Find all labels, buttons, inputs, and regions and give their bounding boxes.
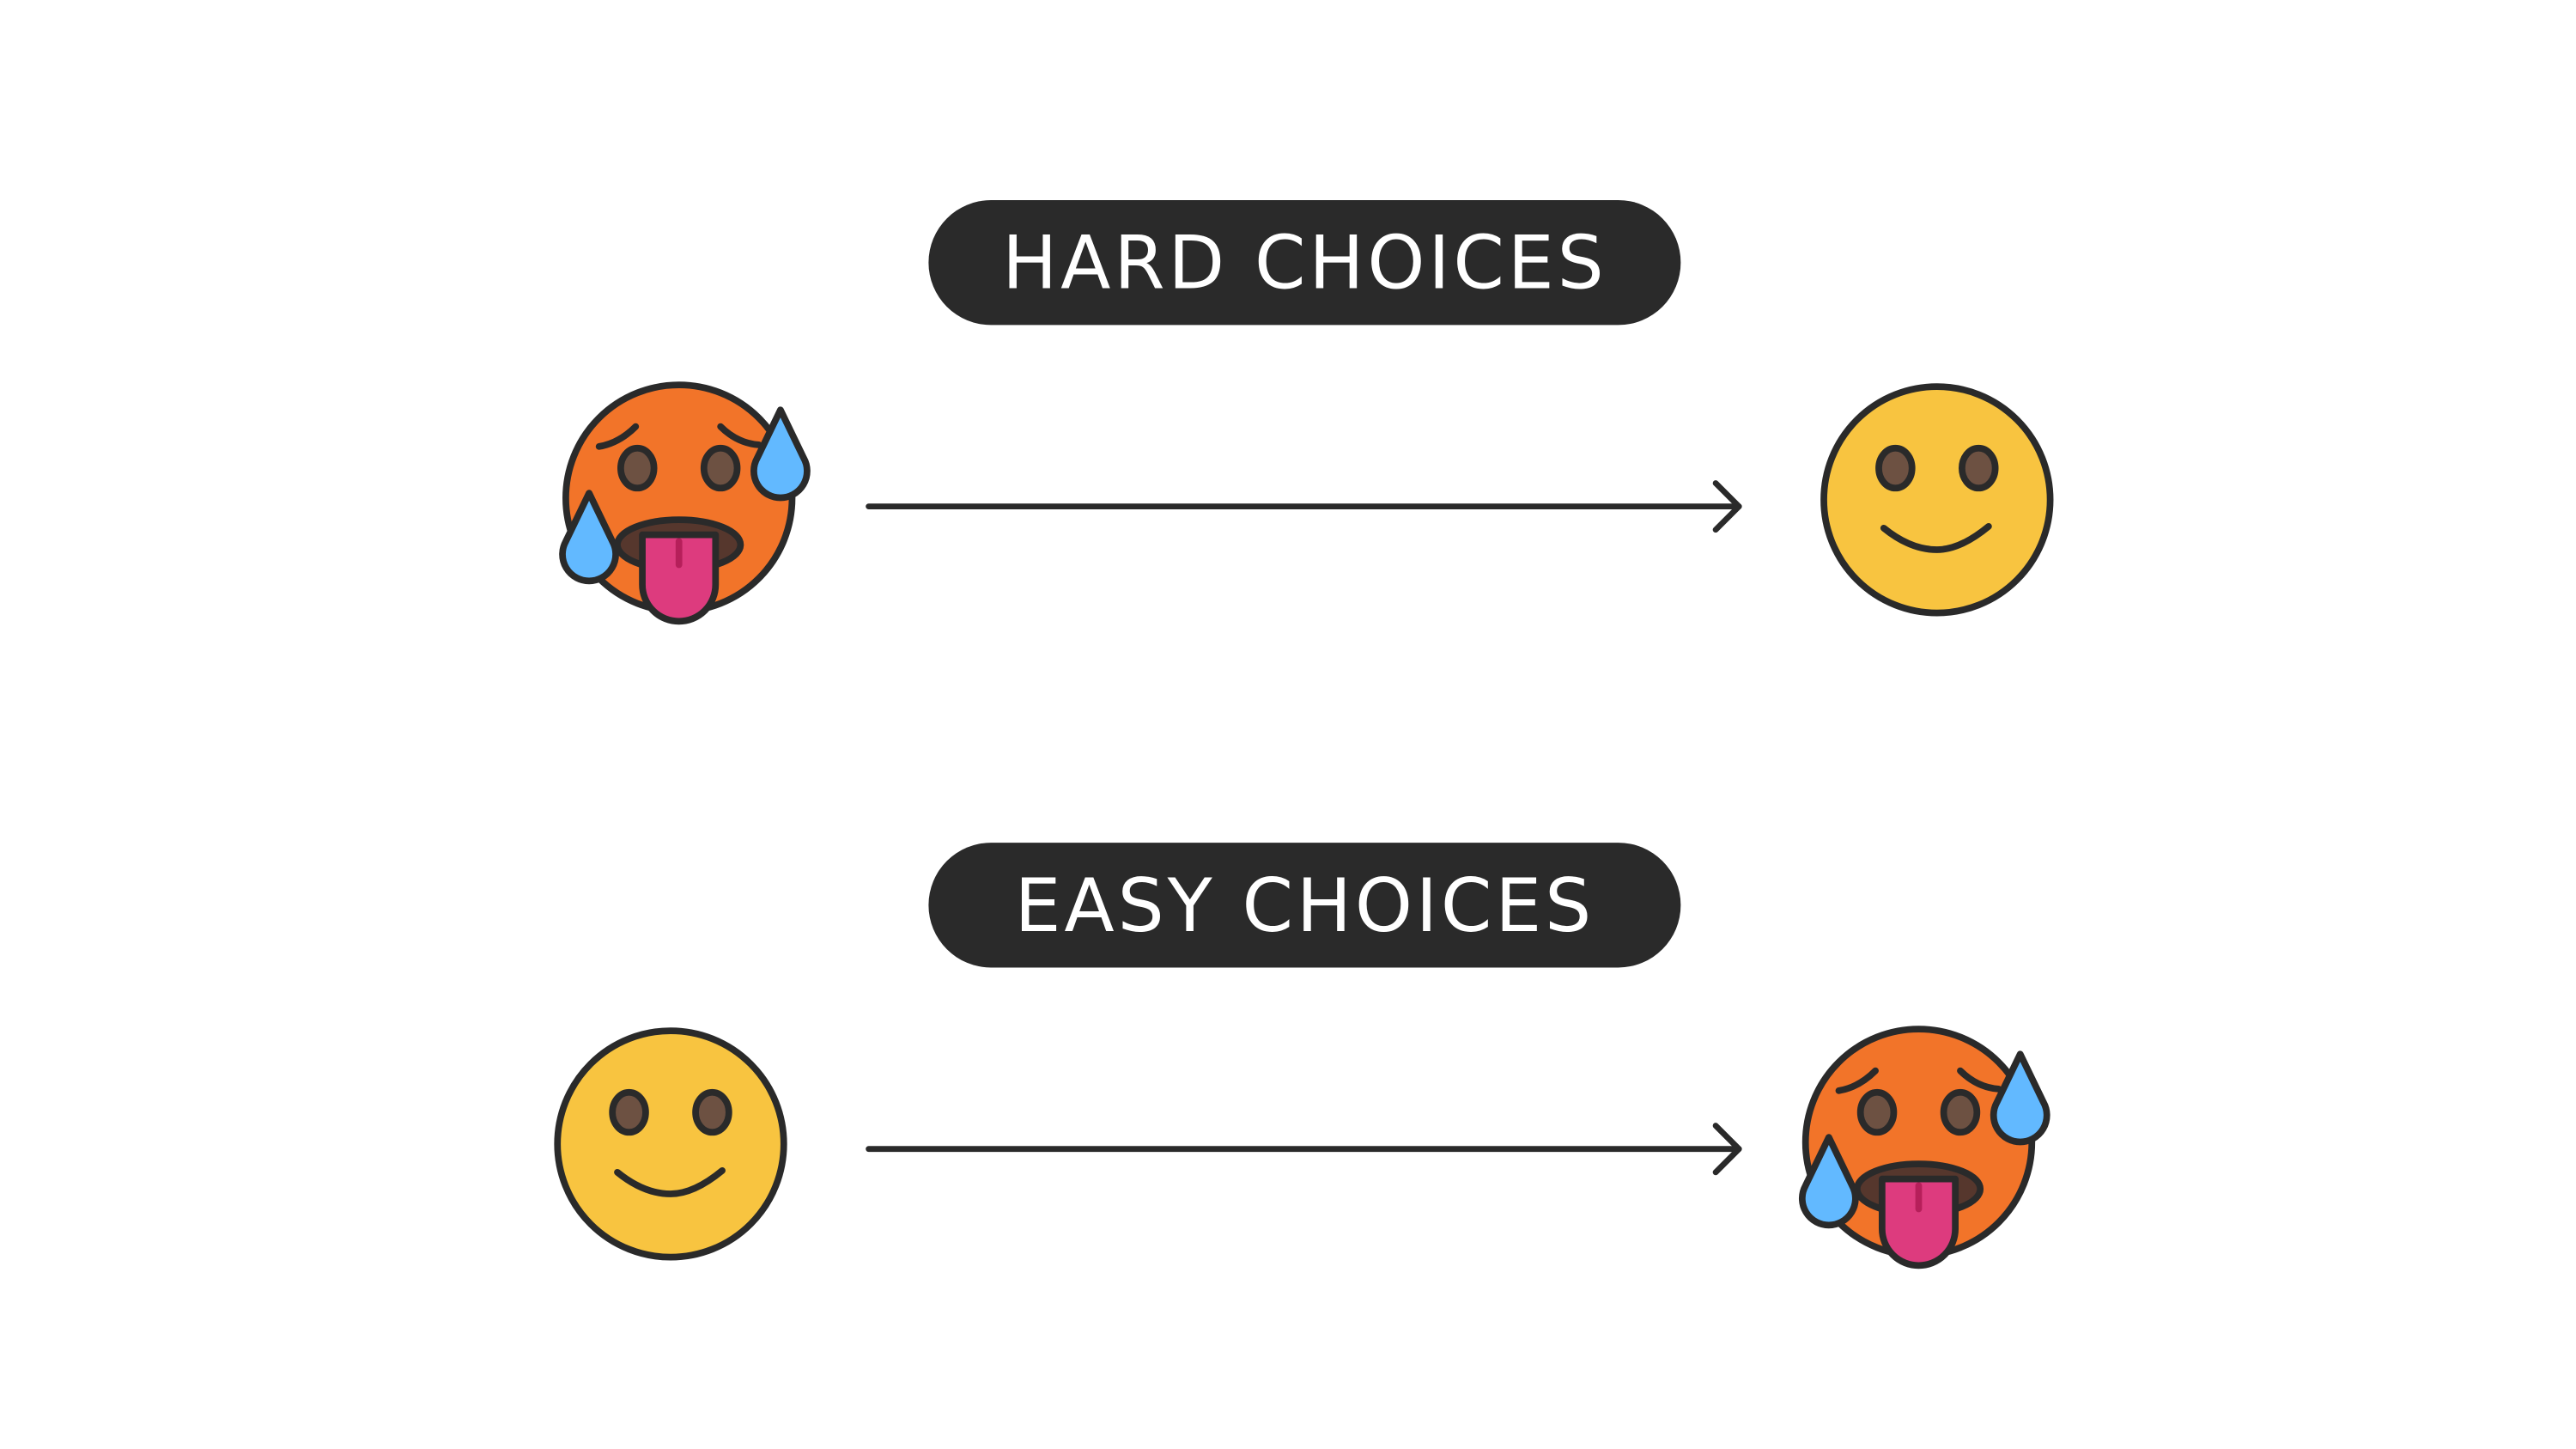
hot-sweaty-face-icon	[562, 385, 807, 621]
easy-choices-label: EASY CHOICES	[1015, 864, 1595, 949]
arrow-right-icon	[866, 1123, 1742, 1176]
hard-choices-pill: HARD CHOICES	[928, 200, 1681, 326]
hot-sweaty-face-icon	[1802, 1029, 2047, 1265]
smiling-face-icon	[1824, 387, 2050, 613]
easy-choices-section: EASY CHOICES	[557, 843, 2046, 1265]
easy-choices-pill: EASY CHOICES	[928, 843, 1681, 968]
arrow-right-icon	[866, 480, 1742, 533]
hard-choices-label: HARD CHOICES	[1002, 222, 1607, 307]
hard-choices-section: HARD CHOICES	[562, 200, 2050, 621]
diagram: HARD CHOICES EASY CHOICES	[0, 200, 2576, 1449]
smiling-face-icon	[557, 1031, 784, 1257]
